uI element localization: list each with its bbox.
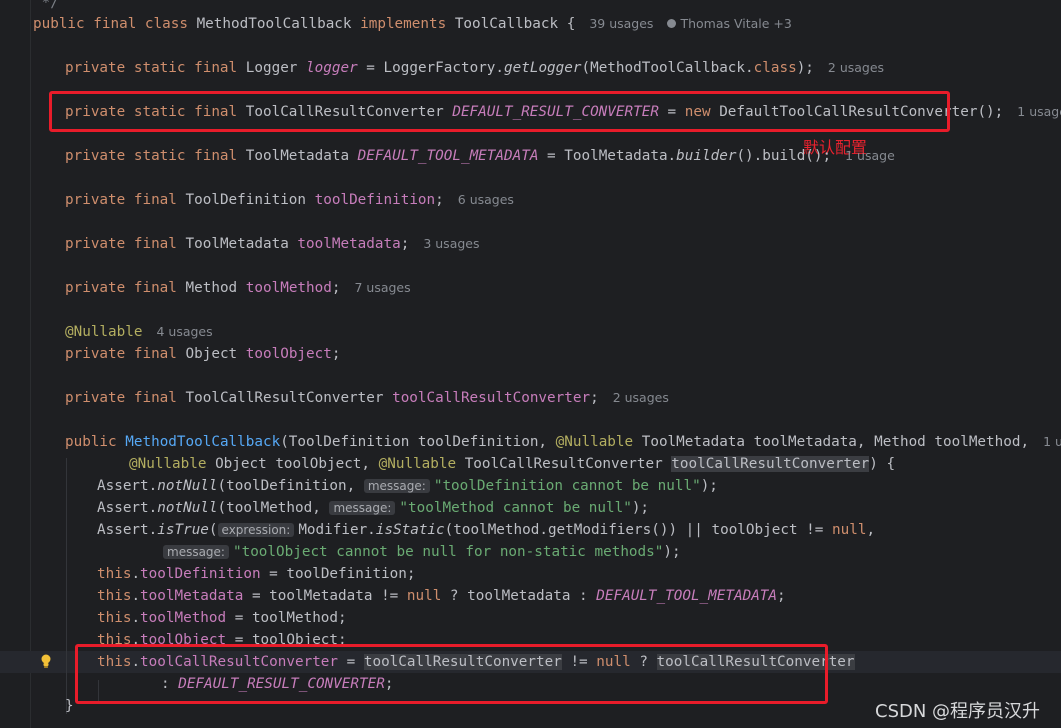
gutter-separator	[30, 0, 31, 728]
person-icon	[667, 19, 677, 28]
parameter-hint: expression:	[217, 523, 295, 537]
code-line-tool-object[interactable]: private final Object toolObject;	[65, 343, 340, 365]
code-line-constructor-signature[interactable]: public MethodToolCallback(ToolDefinition…	[65, 431, 1061, 453]
code-line-tool-method[interactable]: private final Method toolMethod; 7 usages	[65, 277, 411, 299]
author-hint[interactable]: Thomas Vitale +3	[667, 16, 792, 31]
highlight-box-converter-assignment	[75, 644, 828, 704]
code-line-tool-definition[interactable]: private final ToolDefinition toolDefinit…	[65, 189, 514, 211]
code-line-tool-call-result-converter[interactable]: private final ToolCallResultConverter to…	[65, 387, 669, 409]
code-line-assert-message[interactable]: message: "toolObject cannot be null for n…	[163, 541, 681, 563]
usages-hint[interactable]: 1 usage	[845, 148, 895, 163]
parameter-hint: message:	[363, 479, 430, 493]
usages-hint[interactable]: 39 usages	[589, 16, 653, 31]
usages-hint[interactable]: 4 usages	[156, 324, 212, 339]
interface-name[interactable]: ToolCallback	[455, 16, 558, 32]
code-line-assign-metadata[interactable]: this.toolMetadata = toolMetadata != null…	[97, 585, 786, 607]
highlight-box-default-converter	[49, 91, 950, 132]
code-line-default-tool-metadata[interactable]: private static final ToolMetadata DEFAUL…	[65, 145, 895, 167]
parameter-hint: message:	[329, 501, 396, 515]
code-editor[interactable]: */ public final class MethodToolCallback…	[0, 0, 1061, 728]
indent-guide	[66, 458, 67, 714]
code-line-assign-definition[interactable]: this.toolDefinition = toolDefinition;	[97, 563, 416, 585]
usages-hint[interactable]: 2 usages	[613, 390, 669, 405]
code-line-nullable-annotation[interactable]: @Nullable 4 usages	[65, 321, 213, 343]
code-line-assert-definition[interactable]: Assert.notNull(toolDefinition, message: "…	[97, 475, 718, 497]
usages-hint[interactable]: 1 usage	[1043, 434, 1061, 449]
usages-hint[interactable]: 3 usages	[423, 236, 479, 251]
watermark: CSDN @程序员汉升	[875, 701, 1041, 722]
code-line-logger[interactable]: private static final Logger logger = Log…	[65, 57, 884, 79]
parameter-hint: message:	[163, 545, 229, 559]
code-line-assign-method[interactable]: this.toolMethod = toolMethod;	[97, 607, 347, 629]
code-line-constructor-params[interactable]: @Nullable Object toolObject, @Nullable T…	[129, 453, 895, 475]
closing-brace: }	[65, 698, 74, 714]
code-line-assert-is-true[interactable]: Assert.isTrue(expression: Modifier.isStat…	[97, 519, 875, 541]
usages-hint[interactable]: 1 usage	[1017, 104, 1061, 119]
class-name[interactable]: MethodToolCallback	[197, 16, 352, 32]
class-declaration[interactable]: public final class MethodToolCallback im…	[33, 13, 792, 35]
usages-hint[interactable]: 6 usages	[458, 192, 514, 207]
comment-close: */	[33, 0, 59, 11]
code-line-assert-method[interactable]: Assert.notNull(toolMethod, message: "tool…	[97, 497, 649, 519]
lightbulb-icon[interactable]	[40, 654, 52, 668]
usages-hint[interactable]: 2 usages	[828, 60, 884, 75]
code-line-tool-metadata[interactable]: private final ToolMetadata toolMetadata;…	[65, 233, 480, 255]
usages-hint[interactable]: 7 usages	[354, 280, 410, 295]
